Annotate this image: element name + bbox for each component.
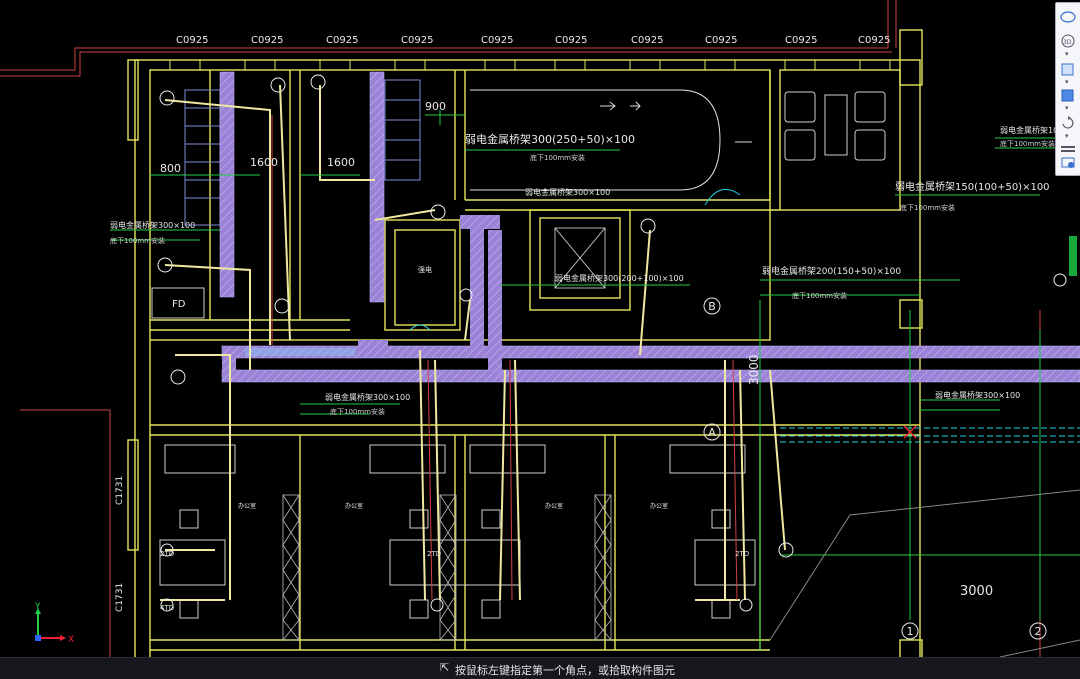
ucs-axis-icon: Y X <box>34 602 74 645</box>
height-note: 底下100mm安装 <box>1000 139 1055 148</box>
column-label: C0925 <box>705 35 737 46</box>
column-label: C0925 <box>785 35 817 46</box>
height-note: 底下100mm安装 <box>110 236 165 245</box>
column-label: C0925 <box>326 35 358 46</box>
socket-label: 2TD <box>160 550 174 558</box>
socket-label: 2TD <box>735 550 749 558</box>
column-label: C0925 <box>555 35 587 46</box>
svg-text:3D: 3D <box>1063 39 1072 46</box>
room-label: 办公室 <box>345 502 363 510</box>
side-labels: C1731 C1731 <box>115 476 125 612</box>
column-label: C0925 <box>176 35 208 46</box>
dimension-900: 900 <box>425 100 446 113</box>
cable-trays <box>219 71 1080 383</box>
height-note: 底下100mm安装 <box>792 291 847 300</box>
cursor-icon: ⇱ <box>440 661 450 674</box>
room-label: 办公室 <box>650 502 668 510</box>
tray-label: 弱电金属桥架300(200+100)×100 <box>555 273 684 283</box>
tray-label: 弱电金属桥架150(100+50)×100 <box>895 180 1050 193</box>
dimension-1600: 1600 <box>250 156 278 169</box>
tray-label: 弱电金属桥架300×100 <box>935 390 1020 400</box>
orbit-icon[interactable] <box>1059 115 1077 131</box>
axis-y-label: Y <box>34 602 41 612</box>
tray-label: 弱电金属桥架300×100 <box>525 187 610 197</box>
column-markers <box>169 59 891 71</box>
command-prompt: 按鼠标左键指定第一个角点，或拾取构件图元 <box>455 664 675 677</box>
cube-view-icon[interactable] <box>1059 87 1077 103</box>
walls <box>127 29 923 657</box>
green-indicator <box>1069 236 1077 276</box>
socket-label: 4TD <box>160 604 174 612</box>
side-label: C1731 <box>115 476 125 505</box>
axis-label-2: 2 <box>1035 625 1042 638</box>
device-symbols <box>157 74 1067 612</box>
room-label: 办公室 <box>545 502 563 510</box>
structural-lattice <box>282 494 612 641</box>
height-note: 底下100mm安装 <box>900 203 955 212</box>
tray-label: 弱电金属桥架300×100 <box>325 392 410 402</box>
axis-x-label: X <box>68 635 74 645</box>
column-labels: C0925 C0925 C0925 C0925 C0925 C0925 C092… <box>176 35 890 46</box>
column-label: C0925 <box>631 35 663 46</box>
axis-label-a: A <box>708 426 716 439</box>
dimension-3000-vertical: 3000 <box>747 354 761 385</box>
command-status-bar: ⇱ 按鼠标左键指定第一个角点，或拾取构件图元 <box>0 657 1080 679</box>
tray-label: 弱电金属桥架200(150+50)×100 <box>762 265 901 277</box>
dimension-800: 800 <box>160 162 181 175</box>
chevron-down-icon[interactable]: ▾ <box>1065 51 1071 58</box>
side-label: C1731 <box>115 583 125 612</box>
room-label-fd: FD <box>172 299 186 310</box>
view-2d-icon[interactable] <box>1059 9 1077 25</box>
navigation-icon[interactable] <box>1059 155 1077 171</box>
cube-view-icon[interactable] <box>1059 61 1077 77</box>
room-label: 强电 <box>418 265 432 274</box>
height-note: 底下100mm安装 <box>330 407 385 416</box>
view-3d-icon[interactable]: 3D <box>1059 33 1077 49</box>
cad-canvas[interactable]: C0925 C0925 C0925 C0925 C0925 C0925 C092… <box>0 0 1080 657</box>
tray-label: 弱电金属桥架300(250+50)×100 <box>465 132 635 146</box>
socket-label: 2TD <box>427 550 441 558</box>
column-label: C0925 <box>481 35 513 46</box>
view-toolbar: 3D ▾ ▾ ▾ ▾ <box>1055 2 1080 176</box>
dimension-1600: 1600 <box>327 156 355 169</box>
slope-lines <box>769 489 1080 657</box>
axis-label-1: 1 <box>907 625 914 638</box>
axis-label-b: B <box>708 300 716 313</box>
room-label: 办公室 <box>238 502 256 510</box>
tray-label: 弱电金属桥架300×100 <box>110 220 195 230</box>
column-label: C0925 <box>251 35 283 46</box>
chevron-down-icon[interactable]: ▾ <box>1065 79 1071 86</box>
column-label: C0925 <box>401 35 433 46</box>
column-label: C0925 <box>858 35 890 46</box>
chevron-down-icon[interactable]: ▾ <box>1065 133 1071 140</box>
chevron-down-icon[interactable]: ▾ <box>1065 105 1071 112</box>
height-note: 底下100mm安装 <box>530 153 585 162</box>
dimension-3000-horizontal: 3000 <box>960 584 993 599</box>
